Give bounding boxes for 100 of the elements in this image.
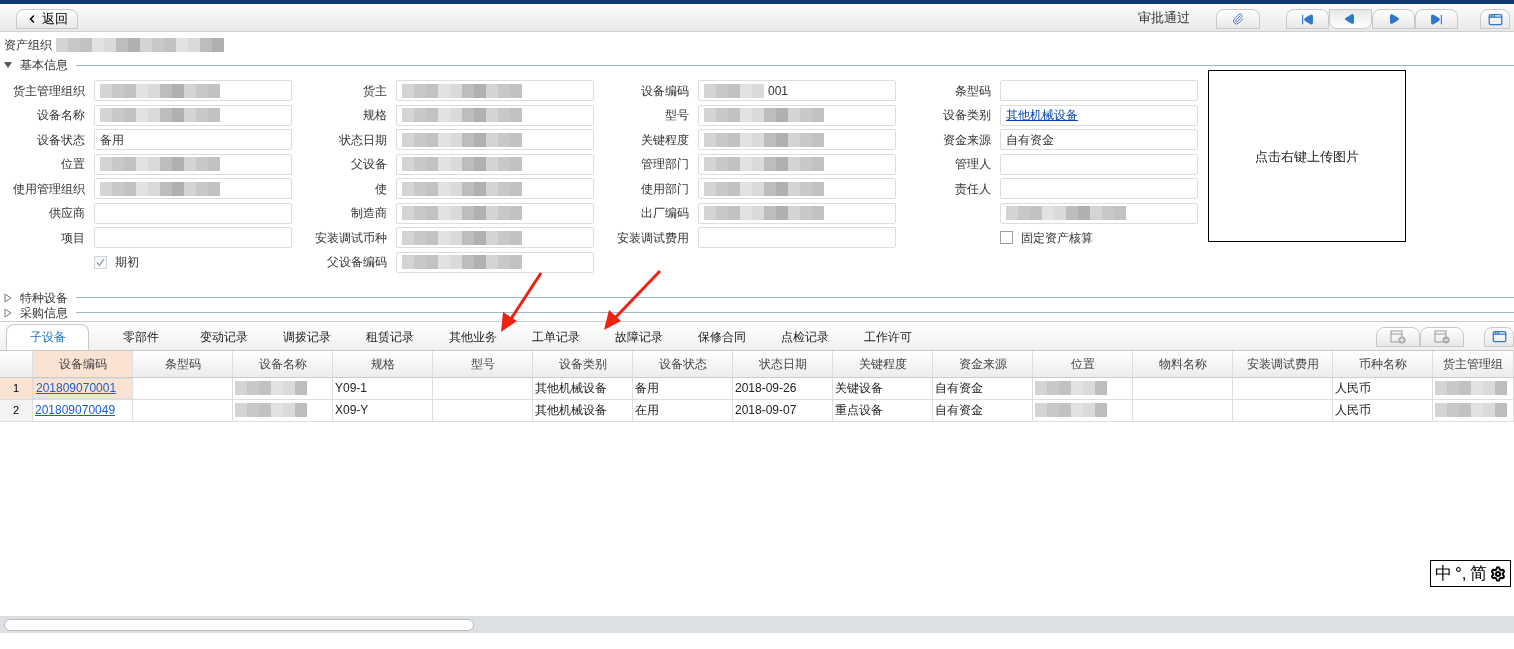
table-cell: 其他机械设备 [533,377,633,399]
column-header[interactable]: 币种名称 [1333,350,1433,377]
field-label: 使用管理组织 [13,181,85,196]
link-field[interactable]: 其他机械设备 [1000,104,1198,126]
image-upload-area[interactable]: 点击右键上传图片 [1208,70,1406,242]
first-record-button[interactable] [1286,9,1329,29]
tab[interactable]: 故障记录 [597,323,680,350]
section-title[interactable]: 基本信息 [16,56,68,74]
column-header[interactable]: 货主管理组 [1433,350,1514,377]
row-number[interactable]: 1 [0,377,33,399]
column-header[interactable]: 安装调试费用 [1233,350,1333,377]
back-button[interactable]: 返回 [16,9,78,29]
column-header[interactable]: 设备类别 [533,350,633,377]
column-header[interactable]: 关键程度 [833,350,933,377]
table-link[interactable]: 201809070001 [33,377,133,399]
input-field[interactable] [94,178,292,199]
input-field[interactable] [1000,80,1198,101]
input-field[interactable] [94,202,292,224]
input-field[interactable] [94,227,292,248]
column-header[interactable]: 物料名称 [1133,350,1233,377]
field-label: 出厂编码 [641,206,689,220]
input-field[interactable] [1000,202,1198,224]
input-field[interactable] [396,251,594,273]
tab[interactable]: 其他业务 [431,323,514,350]
paperclip-icon [1232,13,1244,25]
field-label: 设备名称 [37,108,85,122]
tab[interactable]: 子设备 [6,323,89,350]
field-label: 货主 [363,83,387,98]
column-header[interactable]: 设备编码 [33,350,133,377]
input-field[interactable] [94,104,292,126]
column-header[interactable]: 规格 [333,350,433,377]
tab[interactable]: 保修合同 [680,323,763,350]
table-cell: 人民币 [1333,377,1433,399]
remove-row-button[interactable] [1420,326,1464,347]
arrow-drawing [604,269,662,330]
column-header[interactable]: 型号 [433,350,533,377]
redaction-blur [1035,381,1107,395]
input-field[interactable] [698,104,896,126]
table-cell: 重点设备 [833,399,933,421]
tab[interactable]: 调拨记录 [265,323,348,350]
last-record-button[interactable] [1415,9,1458,29]
input-field[interactable] [94,153,292,175]
attachment-button[interactable] [1216,9,1260,29]
checkbox[interactable] [1000,231,1013,244]
redaction-blur [235,403,307,417]
input-field[interactable] [698,153,896,175]
input-field[interactable] [698,202,896,224]
tab[interactable]: 租赁记录 [348,323,431,350]
table-link[interactable]: 201809070049 [33,399,133,421]
column-header[interactable]: 设备名称 [233,350,333,377]
field-label: 安装调试币种 [315,230,387,245]
window-button[interactable] [1480,9,1510,29]
expanded-triangle-icon[interactable] [4,61,12,69]
tab[interactable]: 变动记录 [182,323,265,350]
next-record-button[interactable] [1372,9,1415,29]
input-field[interactable] [1000,153,1198,175]
redaction-blur [1035,403,1107,417]
input-field[interactable] [1000,178,1198,199]
add-row-icon [1390,329,1406,344]
window-button[interactable] [1484,326,1514,347]
input-field[interactable]: 自有资金 [1000,129,1198,150]
row-number[interactable]: 2 [0,399,33,421]
input-field[interactable]: 001 [698,80,896,101]
input-field[interactable]: 备用 [94,129,292,150]
tab[interactable]: 工单记录 [514,323,597,350]
collapsed-triangle-icon[interactable] [4,293,12,302]
column-header[interactable]: 状态日期 [733,350,833,377]
field-label: 责任人 [955,181,991,196]
add-row-button[interactable] [1376,326,1420,347]
table-cell: 在用 [633,399,733,421]
column-header[interactable]: 条型码 [133,350,233,377]
window-icon [1487,11,1503,27]
column-header[interactable]: 位置 [1033,350,1133,377]
org-label: 资产组织 [4,37,52,54]
input-field[interactable] [698,227,896,248]
field-label: 设备状态 [37,132,85,147]
tab[interactable]: 零部件 [99,323,182,350]
field-label: 使 [375,181,387,196]
checkbox-label: 期初 [115,254,139,271]
field-label: 制造商 [351,206,387,220]
input-field[interactable] [698,178,896,199]
status-label: 审批通过 [1138,8,1190,27]
column-header[interactable]: 资金来源 [933,350,1033,377]
tab[interactable]: 点检记录 [763,323,846,350]
input-field[interactable] [396,227,594,248]
previous-record-button[interactable] [1329,9,1372,29]
tab[interactable]: 工作许可 [846,323,929,350]
collapsed-triangle-icon[interactable] [4,308,12,317]
input-field[interactable] [396,80,594,101]
field-label: 供应商 [49,206,85,220]
input-field[interactable] [94,80,292,101]
ime-indicator: 中 °, 简 [1430,560,1511,587]
input-field[interactable] [396,104,594,126]
column-header[interactable]: 设备状态 [633,350,733,377]
input-field[interactable] [396,153,594,175]
input-field[interactable] [396,129,594,150]
input-field[interactable] [698,129,896,150]
input-field[interactable] [396,202,594,224]
input-field[interactable] [396,178,594,199]
arrow-drawing [501,272,543,332]
